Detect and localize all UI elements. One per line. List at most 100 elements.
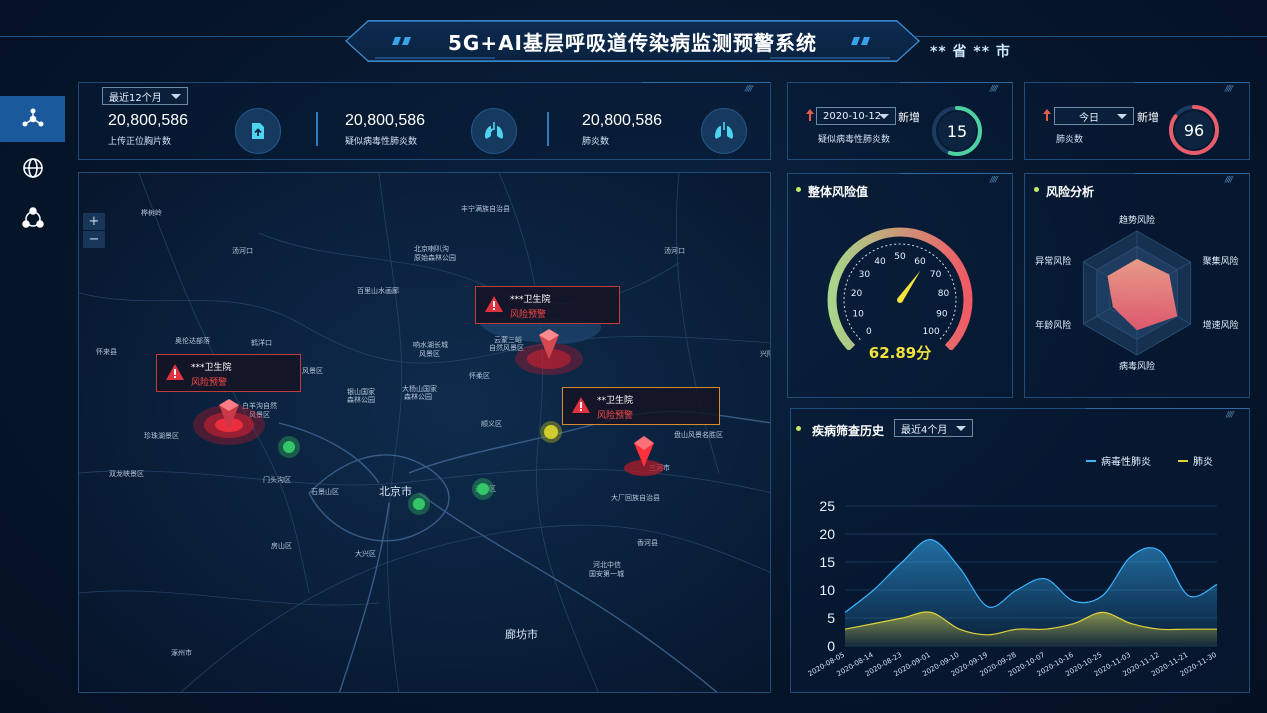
legend-swatch	[1178, 459, 1188, 462]
gauge-tick-label: 50	[894, 252, 906, 262]
radar-axis-label: 病毒风险	[1119, 360, 1155, 372]
stat-value-viral: 20,800,586	[345, 112, 426, 129]
risk-analysis-title: 风险分析	[1046, 185, 1095, 199]
gauge-tick-label: 90	[936, 310, 948, 320]
chevron-down-icon	[956, 426, 966, 431]
map-place-label: 桦树岭	[141, 209, 162, 217]
cycle-nodes-icon	[21, 207, 44, 228]
panel-tab	[1085, 408, 1249, 418]
panel-deco: ////	[1225, 175, 1233, 184]
map-place-label: 兴隆县	[760, 350, 770, 358]
sidebar-item-globe[interactable]	[0, 145, 65, 191]
gauge-needle-hub	[897, 297, 903, 303]
gauge-tick-label: 30	[859, 270, 871, 280]
today-period-select[interactable]: 今日	[1054, 107, 1134, 125]
gauge-tick-label: 20	[851, 289, 863, 299]
map-marker-alert-2[interactable]	[509, 329, 589, 379]
alert-status: 风险预警	[510, 310, 547, 320]
today-new-label: 新增	[1137, 111, 1159, 124]
legend-item-viral[interactable]: 病毒性肺炎	[1086, 453, 1151, 468]
map-marker-yellow[interactable]	[539, 420, 563, 444]
panel-deco: ////	[1226, 410, 1234, 419]
alert-status: 风险预警	[597, 411, 634, 421]
radar-axis-label: 趋势风险	[1119, 214, 1155, 226]
stat-separator	[316, 112, 318, 146]
map-place-label: 原始森林公园	[414, 254, 456, 262]
map-place-label: 珍珠湖景区	[144, 432, 179, 440]
alert-card-1[interactable]: ***卫生院 风险预警	[156, 354, 301, 392]
new-cases-date-select[interactable]: 2020-10-12	[816, 107, 896, 125]
gauge-tick-label: 70	[930, 270, 942, 280]
map-place-label: 怀来县	[96, 348, 117, 356]
stat-label-xray: 上传正位胸片数	[108, 137, 172, 147]
legend-swatch	[1086, 459, 1096, 462]
map-place-label: 涿州市	[171, 649, 192, 657]
map-place-label: 丰宁满族自治县	[461, 205, 510, 213]
y-tick-label: 20	[819, 526, 835, 542]
gauge-tick-label: 100	[923, 327, 940, 337]
history-area-chart: 05101520252020-08-052020-08-142020-08-23…	[807, 498, 1218, 678]
panel-deco: ////	[1225, 84, 1233, 93]
lungs-icon	[715, 122, 733, 139]
map-place-label: 奥伦达部落	[175, 337, 210, 345]
gauge-needle	[897, 270, 921, 302]
history-title: 疾病筛查历史	[812, 424, 885, 438]
legend-item-pneumonia[interactable]: 肺炎	[1178, 453, 1213, 468]
lungs-icon	[485, 122, 503, 139]
location-label[interactable]: ** 省 ** 市	[930, 41, 1011, 61]
stat-icon-xray	[235, 108, 281, 154]
map-place-label: 门头沟区	[263, 476, 291, 484]
map-marker-green[interactable]	[471, 477, 495, 501]
radar-axis-label: 年龄风险	[1035, 319, 1071, 331]
sidebar-item-cycle[interactable]	[0, 196, 65, 242]
map-place-label: 大兴区	[355, 550, 376, 558]
gauge-tick-label: 0	[866, 327, 872, 337]
today-cases-value: 96	[1183, 120, 1205, 140]
map-place-label: 盘山风景名胜区	[674, 431, 723, 439]
stat-icon-pneumonia	[701, 108, 747, 154]
legend-label: 病毒性肺炎	[1101, 457, 1151, 468]
map-marker-green[interactable]	[407, 492, 431, 516]
stats-period-select[interactable]: 最近12个月	[102, 87, 188, 105]
map-marker-alert-3[interactable]	[619, 433, 669, 481]
warning-icon	[485, 296, 503, 312]
y-tick-label: 25	[819, 498, 835, 514]
map-place-label: 廊坊市	[505, 628, 538, 641]
map-place-label: 汤河口	[664, 247, 685, 255]
history-period-select[interactable]: 最近4个月	[894, 419, 973, 437]
warning-icon	[572, 397, 590, 413]
map-place-label: 石景山区	[311, 488, 339, 496]
zoom-in-button[interactable]: +	[83, 213, 105, 230]
alert-card-2[interactable]: ***卫生院 风险预警	[475, 286, 620, 324]
upload-document-icon	[252, 123, 264, 139]
globe-icon	[22, 158, 43, 178]
map-view[interactable]: + − 桦树岭 汤河口 丰宁满族自治县 北京喇叭沟 原始森林公园 汤河口 百里山水画廊 奥伦达…	[78, 172, 771, 693]
alert-card-3[interactable]: **卫生院 风险预警	[562, 387, 720, 425]
zoom-out-button[interactable]: −	[83, 231, 105, 248]
risk-gauge-value: 62.89分	[868, 344, 932, 362]
stat-separator	[547, 112, 549, 146]
panel-deco: ////	[990, 84, 998, 93]
map-marker-green[interactable]	[277, 435, 301, 459]
risk-value-title: 整体风险值	[808, 185, 869, 199]
gauge-tick-label: 80	[938, 289, 950, 299]
title-dot	[1034, 187, 1039, 192]
map-place-label: 百里山水画廊	[357, 287, 399, 295]
map-place-label: 鹤洋口	[251, 339, 272, 347]
risk-gauge: 010 20 3040 50 60 70 80 90 100	[827, 227, 973, 350]
gauge-tick-label: 40	[874, 257, 886, 267]
panel-deco: ////	[745, 84, 753, 93]
map-place-label: 风景区	[419, 350, 440, 358]
chevron-down-icon	[171, 94, 181, 99]
map-place-label: 房山区	[271, 542, 292, 550]
map-place-label: 森林公园	[404, 393, 432, 401]
map-place-label: 森林公园	[347, 396, 375, 404]
stat-value-xray: 20,800,586	[108, 112, 189, 129]
gauge-tick-label: 10	[852, 310, 864, 320]
map-place-label: 大厂回族自治县	[611, 494, 660, 502]
map-marker-alert-1[interactable]	[189, 395, 269, 451]
stat-label-viral: 疑似病毒性肺炎数	[345, 137, 418, 147]
alert-facility-name: ***卫生院	[510, 295, 551, 305]
legend-label: 肺炎	[1193, 457, 1213, 468]
sidebar-item-network[interactable]	[0, 96, 65, 142]
